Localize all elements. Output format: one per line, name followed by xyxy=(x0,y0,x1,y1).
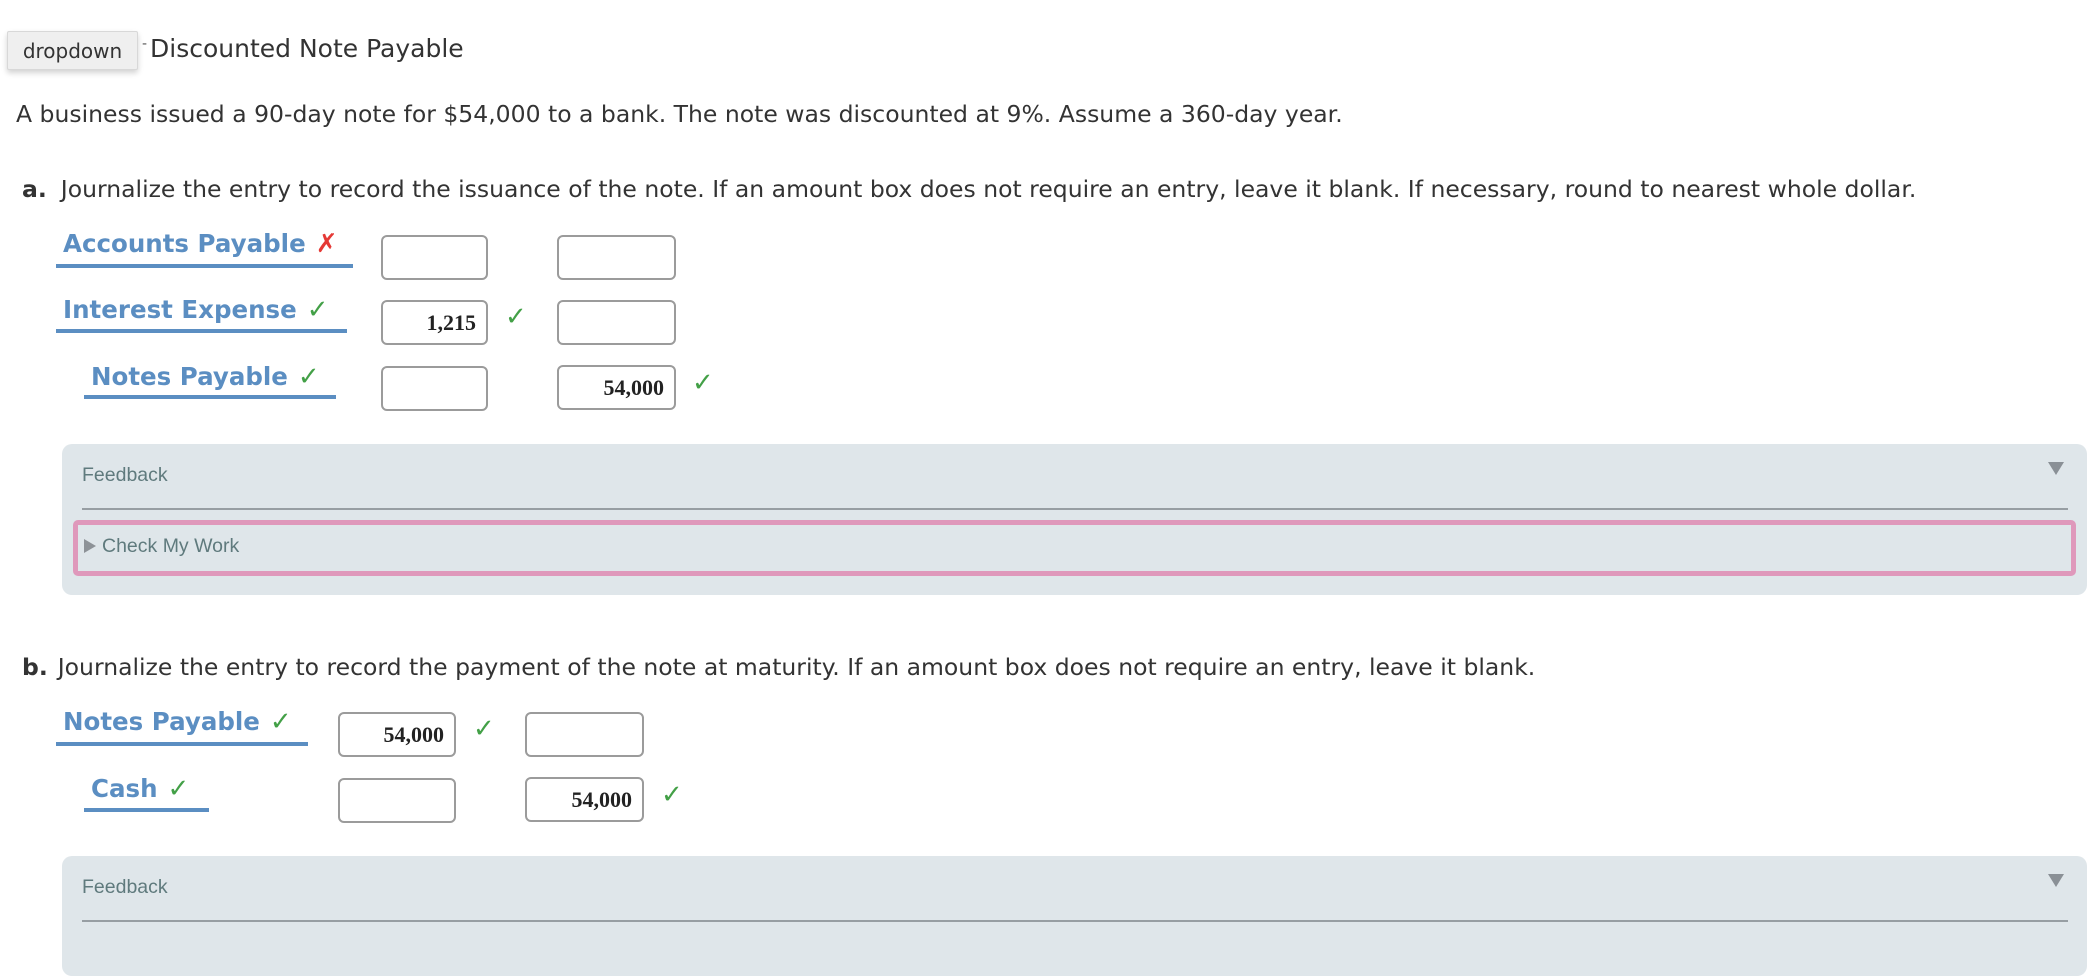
check-my-work-label: Check My Work xyxy=(102,535,240,557)
account-select-accounts-payable[interactable]: Accounts Payable ✗ xyxy=(63,229,337,259)
collapse-triangle-icon[interactable] xyxy=(2048,874,2064,887)
collapse-triangle-icon[interactable] xyxy=(2048,462,2064,475)
correct-check-icon: ✓ xyxy=(505,302,527,332)
part-a-heading: a. Journalize the entry to record the iss… xyxy=(22,175,1916,203)
correct-check-icon: ✓ xyxy=(167,774,190,804)
debit-input[interactable]: 54,000 xyxy=(338,712,456,757)
account-select-interest-expense[interactable]: Interest Expense ✓ xyxy=(63,295,329,325)
part-a-instruction: Journalize the entry to record the issua… xyxy=(60,175,1917,203)
problem-title: Discounted Note Payable xyxy=(150,34,464,63)
credit-input[interactable] xyxy=(525,712,644,757)
correct-check-icon: ✓ xyxy=(269,707,292,737)
part-a-letter: a. xyxy=(22,175,47,203)
account-label: Accounts Payable xyxy=(63,229,306,258)
account-label: Interest Expense xyxy=(63,295,297,324)
correct-check-icon: ✓ xyxy=(297,362,320,392)
credit-input[interactable]: 54,000 xyxy=(525,777,644,822)
feedback-divider xyxy=(82,920,2068,922)
feedback-panel-b: Feedback xyxy=(62,856,2087,976)
part-b-heading: b. Journalize the entry to record the pay… xyxy=(22,653,1535,681)
debit-input[interactable] xyxy=(381,235,488,280)
part-b-instruction: Journalize the entry to record the payme… xyxy=(57,653,1536,681)
feedback-label: Feedback xyxy=(82,876,168,898)
problem-description: A business issued a 90-day note for $54,… xyxy=(16,100,1343,128)
account-select-cash[interactable]: Cash ✓ xyxy=(91,774,189,804)
account-underline xyxy=(84,395,336,399)
dropdown-button[interactable]: dropdown xyxy=(7,31,138,70)
credit-input[interactable] xyxy=(557,235,676,280)
feedback-panel-a: Feedback Check My Work xyxy=(62,444,2087,595)
check-my-work-button[interactable]: Check My Work xyxy=(73,520,2076,576)
part-b-letter: b. xyxy=(22,653,48,681)
account-underline xyxy=(56,264,353,268)
correct-check-icon: ✓ xyxy=(661,780,683,810)
feedback-label: Feedback xyxy=(82,464,168,486)
credit-input[interactable] xyxy=(557,300,676,345)
debit-input[interactable] xyxy=(381,366,488,411)
correct-check-icon: ✓ xyxy=(692,368,714,398)
account-underline xyxy=(56,329,347,333)
separator-glyph: - xyxy=(142,36,148,52)
expand-arrow-icon xyxy=(84,539,96,553)
correct-check-icon: ✓ xyxy=(473,714,495,744)
account-label: Notes Payable xyxy=(91,362,288,391)
debit-input[interactable] xyxy=(338,778,456,823)
feedback-divider xyxy=(82,508,2068,510)
correct-check-icon: ✓ xyxy=(306,295,329,325)
debit-input[interactable]: 1,215 xyxy=(381,300,488,345)
account-label: Notes Payable xyxy=(63,707,260,736)
incorrect-x-icon: ✗ xyxy=(315,229,338,259)
account-select-notes-payable[interactable]: Notes Payable ✓ xyxy=(91,362,320,392)
account-underline xyxy=(56,742,308,746)
credit-input[interactable]: 54,000 xyxy=(557,365,676,410)
account-label: Cash xyxy=(91,774,158,803)
account-underline xyxy=(84,808,209,812)
account-select-notes-payable[interactable]: Notes Payable ✓ xyxy=(63,707,292,737)
